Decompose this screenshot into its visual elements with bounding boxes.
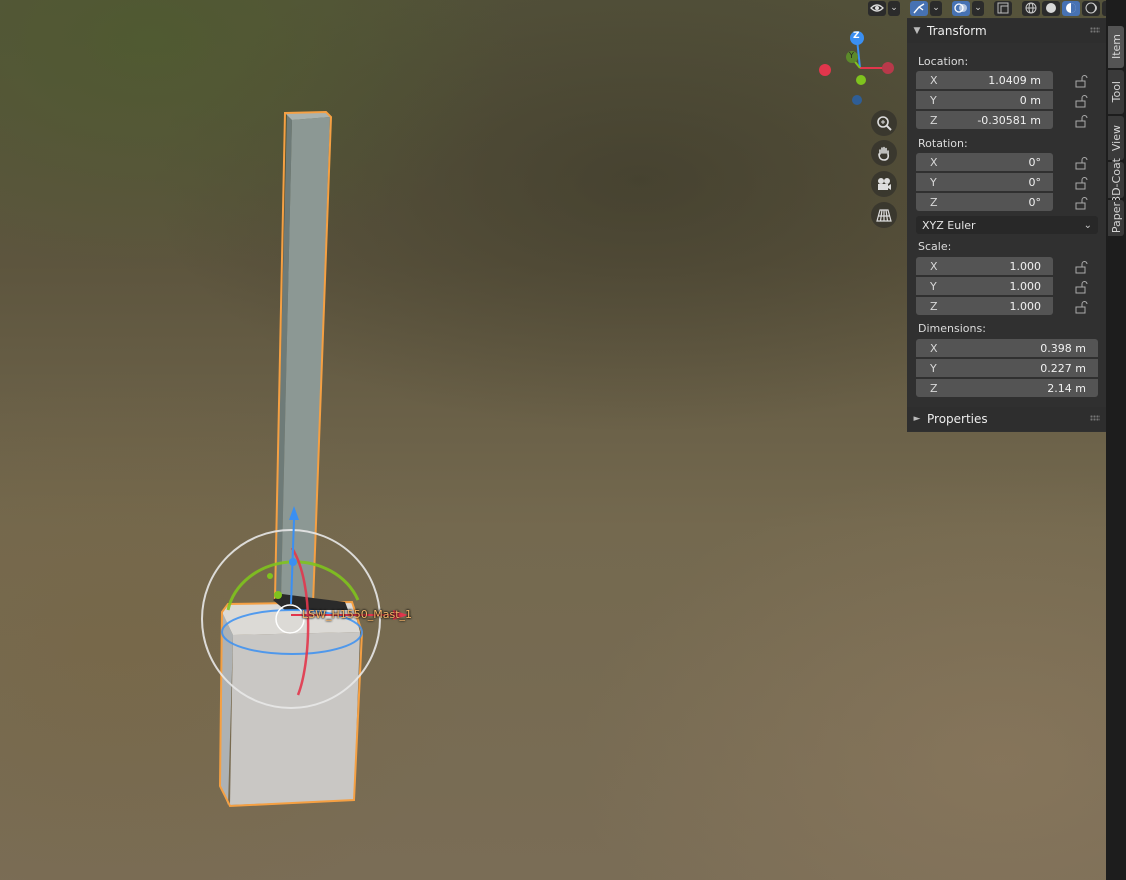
lock-icon[interactable] [1074,300,1088,314]
axis-label: X [930,155,938,169]
visibility-dropdown[interactable]: ⌄ [888,0,900,16]
tab-label: Item [1109,34,1123,60]
xray-icon[interactable] [994,0,1012,16]
lock-icon[interactable] [1074,260,1088,274]
drag-grip-icon[interactable] [1090,27,1100,33]
visibility-icon[interactable] [868,0,886,16]
tab-label: Paper [1109,202,1123,234]
tab-label: View [1109,124,1123,152]
scale-y-field[interactable]: Y 1.000 [916,277,1053,295]
lock-icon[interactable] [1074,94,1088,108]
tab-paper[interactable]: Paper [1108,200,1124,236]
transform-panel-header[interactable]: ▼ Transform [907,19,1106,43]
field-value: 0 m [1019,93,1041,107]
scale-label: Scale: [918,240,952,253]
gizmo-z-label: Z [853,31,860,41]
field-value: -0.30581 m [977,113,1041,127]
field-value: 0° [1028,195,1042,209]
expand-triangle-icon: ► [913,414,921,424]
wireframe-shading-icon[interactable] [1022,0,1040,16]
dimensions-label: Dimensions: [918,322,986,335]
tab-tool[interactable]: Tool [1108,70,1124,114]
pan-hand-icon [878,146,890,161]
tabs-strip-top [1106,0,1126,18]
camera-view-button[interactable] [871,171,897,197]
axis-label: Z [930,299,938,313]
tab-label: Tool [1109,81,1123,103]
mast-pole[interactable] [273,110,348,610]
camera-icon [878,178,891,190]
field-value: 1.000 [1009,259,1042,273]
dimensions-z-field[interactable]: Z 2.14 m [916,379,1098,397]
rotation-mode-value: XYZ Euler [922,218,976,232]
field-value: 2.14 m [1047,381,1086,395]
perspective-grid-icon [876,209,892,222]
scale-x-field[interactable]: X 1.000 [916,257,1053,275]
pan-button[interactable] [871,140,897,166]
tab-label: 3D-Coat [1109,157,1123,203]
scale-z-field[interactable]: Z 1.000 [916,297,1053,315]
field-value: 0.398 m [1040,341,1086,355]
lock-icon[interactable] [1074,196,1088,210]
dimensions-x-field[interactable]: X 0.398 m [916,339,1098,357]
rotation-y-field[interactable]: Y 0° [916,173,1053,191]
object-name-label: LSW_H1550_Mast_1 [302,608,413,621]
lock-icon[interactable] [1074,156,1088,170]
field-value: 1.000 [1009,299,1042,313]
axis-label: Y [930,93,937,107]
axis-label: X [930,259,938,273]
drag-grip-icon[interactable] [1090,415,1100,421]
field-value: 1.000 [1009,279,1042,293]
tab-3d-coat[interactable]: 3D-Coat [1108,158,1124,202]
field-value: 0.227 m [1040,361,1086,375]
axis-label: Z [930,113,938,127]
location-y-field[interactable]: Y 0 m [916,91,1053,109]
axis-label: X [930,341,938,355]
sidebar-tabs: Item Tool View 3D-Coat Paper [1106,18,1126,880]
zoom-button[interactable] [871,110,897,136]
lock-icon[interactable] [1074,176,1088,190]
overlay-icon[interactable] [952,0,970,16]
navigation-gizmo[interactable] [819,31,894,105]
lock-icon[interactable] [1074,114,1088,128]
axis-label: X [930,73,938,87]
axis-label: Y [930,361,937,375]
solid-shading-icon[interactable] [1042,0,1060,16]
axis-label: Y [930,279,937,293]
location-z-field[interactable]: Z -0.30581 m [916,111,1053,129]
properties-panel-header[interactable]: ► Properties [907,407,1106,431]
field-value: 1.0409 m [988,73,1041,87]
rendered-shading-icon[interactable] [1082,0,1100,16]
gizmo-y-label: Y [849,51,854,60]
axis-label: Y [930,175,937,189]
tab-view[interactable]: View [1108,116,1124,160]
dimensions-y-field[interactable]: Y 0.227 m [916,359,1098,377]
location-x-field[interactable]: X 1.0409 m [916,71,1053,89]
rotation-x-field[interactable]: X 0° [916,153,1053,171]
field-value: 0° [1028,155,1042,169]
gizmo-toggle-icon[interactable] [910,0,928,16]
zoom-icon [877,116,892,131]
viewport-header-tools: ⌄ ⌄ ⌄ ⌄ [868,0,1114,16]
field-value: 0° [1028,175,1042,189]
overlay-dropdown[interactable]: ⌄ [972,0,984,16]
axis-label: Z [930,381,938,395]
location-label: Location: [918,55,969,68]
lock-icon[interactable] [1074,280,1088,294]
rotation-label: Rotation: [918,137,968,150]
perspective-toggle-button[interactable] [871,202,897,228]
rotation-z-field[interactable]: Z 0° [916,193,1053,211]
lock-icon[interactable] [1074,74,1088,88]
collapse-triangle-icon: ▼ [913,26,921,36]
transform-title: Transform [927,24,987,38]
gizmo-dropdown[interactable]: ⌄ [930,0,942,16]
rotation-mode-select[interactable]: XYZ Euler ⌄ [916,216,1098,234]
axis-label: Z [930,195,938,209]
tab-item[interactable]: Item [1108,26,1124,68]
properties-title: Properties [927,412,988,426]
material-shading-icon[interactable] [1062,0,1080,16]
chevron-down-icon: ⌄ [1083,219,1092,231]
